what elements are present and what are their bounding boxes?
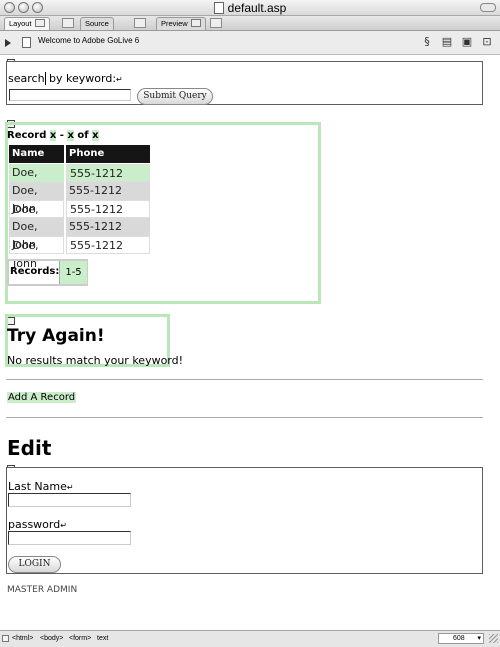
column-header-phone: Phone Number bbox=[66, 145, 150, 177]
window-titlebar: default.asp bbox=[0, 0, 500, 16]
record-counter: Record x - x of x bbox=[7, 130, 99, 141]
column-header-name: Name bbox=[9, 145, 64, 163]
submit-query-button[interactable]: Submit Query bbox=[137, 88, 213, 105]
add-record-link[interactable]: Add A Record bbox=[7, 392, 77, 403]
markup-tree-icon bbox=[2, 635, 9, 642]
tag-form[interactable]: <form> bbox=[69, 635, 91, 642]
master-admin-text: MASTER ADMIN bbox=[7, 585, 78, 595]
tab-layout[interactable]: Layout bbox=[4, 17, 50, 30]
search-input[interactable] bbox=[9, 89, 131, 101]
phone-cell: 555-1212 bbox=[66, 218, 150, 236]
page-title[interactable]: Welcome to Adobe GoLive 6 bbox=[38, 36, 139, 45]
head-section-icon[interactable]: ⊡ bbox=[480, 35, 494, 49]
tab-preview[interactable]: Preview bbox=[156, 17, 206, 30]
window-width-selector[interactable]: 608 ▾ bbox=[438, 633, 484, 644]
records-label: Records: bbox=[10, 266, 60, 277]
frame-preview-button[interactable] bbox=[210, 18, 222, 28]
view-tabs: Layout Source Preview bbox=[0, 16, 500, 31]
javascript-icon[interactable]: § bbox=[420, 35, 434, 49]
phone-cell: 555-1212 bbox=[66, 236, 150, 254]
phone-cell: 555-1212 bbox=[66, 182, 150, 200]
login-form: Last Name↵ password↵ LOGIN bbox=[6, 467, 483, 574]
window-title: default.asp bbox=[0, 1, 500, 15]
tab-source[interactable]: Source bbox=[80, 17, 114, 30]
disclosure-arrow-icon[interactable] bbox=[5, 39, 11, 47]
records-range-link[interactable]: 1-5 bbox=[59, 261, 87, 284]
page-properties-icon[interactable]: ▤ bbox=[440, 35, 454, 49]
table-row: Doe, John 555-1212 bbox=[9, 236, 152, 270]
outline-editor-button[interactable] bbox=[134, 18, 146, 28]
phone-cell: 555-1212 bbox=[66, 200, 150, 218]
phone-cell: 555-1212 bbox=[66, 164, 150, 182]
toolbar-toggle-button[interactable] bbox=[480, 3, 496, 12]
layout-icon bbox=[34, 19, 45, 27]
table-row: Doe, John 555-1212 bbox=[9, 218, 152, 251]
table-row: Doe, John 555-1212 bbox=[9, 164, 152, 197]
page-icon bbox=[22, 37, 31, 48]
document-icon bbox=[213, 2, 224, 14]
css-icon[interactable]: ▣ bbox=[460, 35, 474, 49]
horizontal-rule bbox=[6, 417, 483, 418]
last-name-field[interactable] bbox=[8, 493, 131, 507]
tag-body[interactable]: <body> bbox=[40, 635, 63, 642]
search-form: search by keyword:↵ Submit Query bbox=[6, 61, 483, 105]
name-cell: Doe, John bbox=[9, 200, 64, 234]
horizontal-rule bbox=[6, 379, 483, 380]
page-toolbar: Welcome to Adobe GoLive 6 § ▤ ▣ ⊡ bbox=[0, 31, 500, 55]
resize-grip-icon[interactable] bbox=[489, 634, 498, 643]
name-cell: Doe, John bbox=[9, 236, 64, 270]
last-name-label: Last Name↵ bbox=[8, 480, 74, 493]
password-label: password↵ bbox=[8, 518, 67, 531]
table-row: Doe, John 555-1212 bbox=[9, 200, 152, 234]
tag-html[interactable]: <html> bbox=[12, 635, 33, 642]
preview-icon bbox=[190, 19, 201, 27]
login-button[interactable]: LOGIN bbox=[8, 556, 61, 573]
name-cell: Doe, John bbox=[9, 164, 64, 197]
table-header-row: Name Phone Number bbox=[9, 145, 152, 177]
tag-text[interactable]: text bbox=[97, 635, 108, 642]
no-results-message: No results match your keyword! bbox=[7, 354, 184, 367]
frame-editor-button[interactable] bbox=[62, 18, 74, 28]
name-cell: Doe, John bbox=[9, 182, 64, 215]
layout-canvas: search by keyword:↵ Submit Query Record … bbox=[0, 56, 500, 629]
search-label: search by keyword:↵ bbox=[8, 72, 123, 85]
table-row: Doe, John 555-1212 bbox=[9, 182, 152, 215]
records-navigator: Records: 1-5 bbox=[7, 259, 88, 286]
status-bar: <html> <body> <form> text 608 ▾ bbox=[0, 630, 500, 647]
edit-heading: Edit bbox=[7, 436, 52, 460]
try-again-heading: Try Again! bbox=[7, 326, 105, 346]
results-table: Name Phone Number Doe, John 555-1212 Doe… bbox=[9, 145, 152, 270]
password-field[interactable] bbox=[8, 531, 131, 545]
name-cell: Doe, John bbox=[9, 218, 64, 251]
